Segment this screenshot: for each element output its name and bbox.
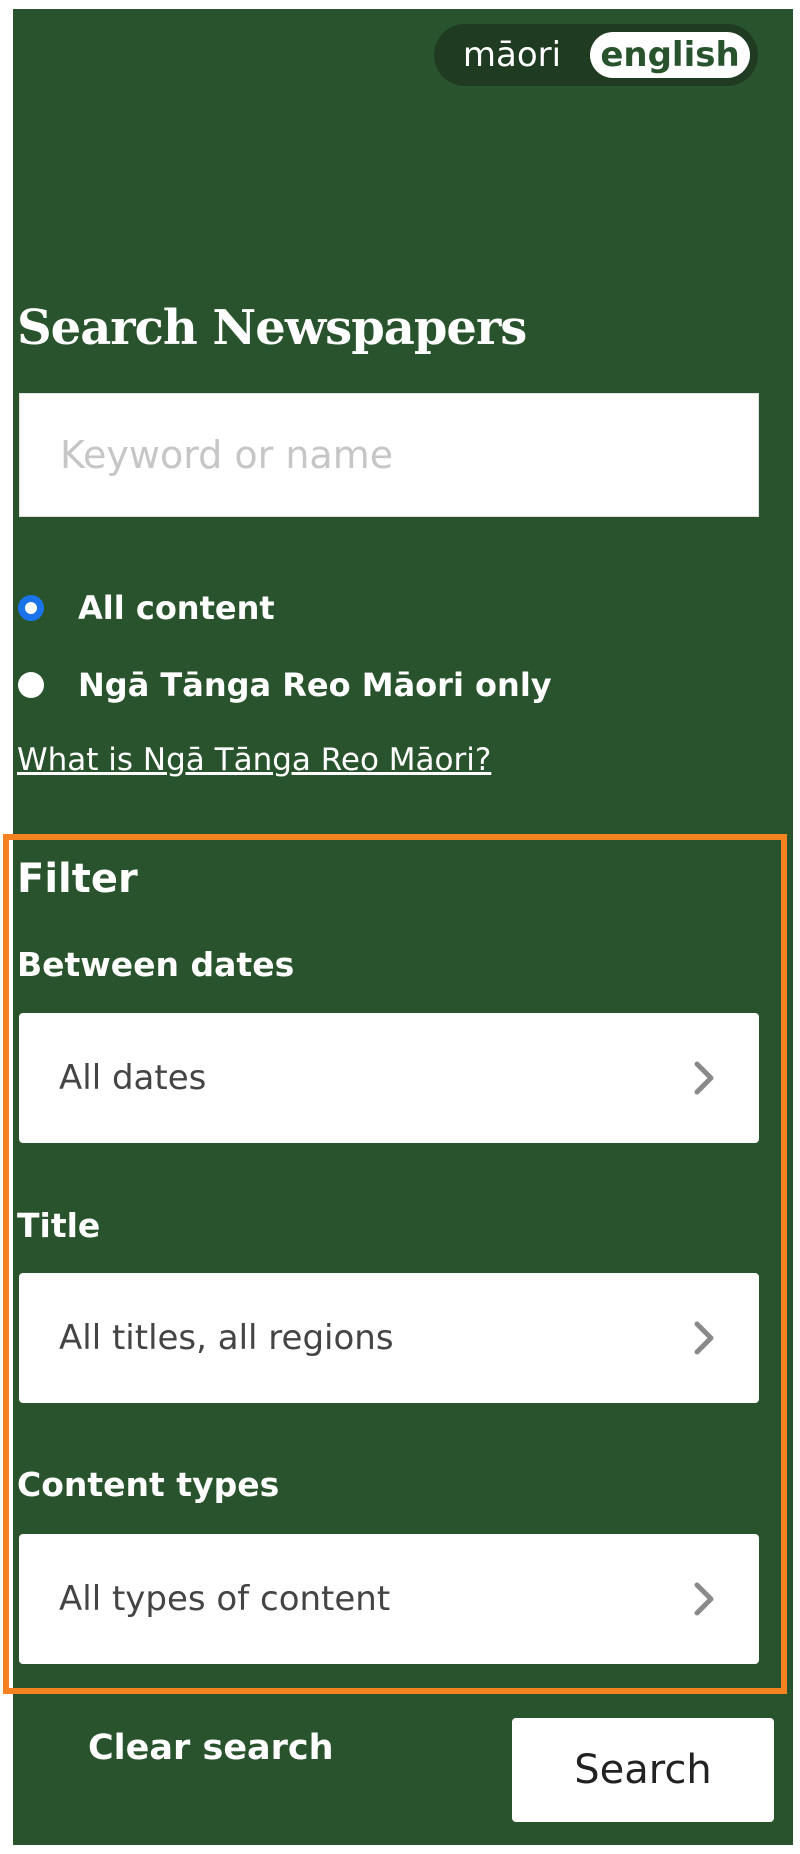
what-is-reo-maori-link[interactable]: What is Ngā Tānga Reo Māori? [17, 742, 491, 778]
chevron-right-icon [694, 1321, 714, 1355]
language-option-english[interactable]: english [590, 32, 750, 78]
radio-label-reo-maori-only: Ngā Tānga Reo Māori only [78, 666, 552, 704]
radio-button-checked[interactable] [18, 595, 44, 621]
date-range-value: All dates [59, 1058, 207, 1098]
content-types-select[interactable]: All types of content [19, 1534, 759, 1664]
radio-label-all-content: All content [78, 589, 275, 627]
title-value: All titles, all regions [59, 1318, 394, 1358]
language-toggle[interactable]: māori english [434, 24, 758, 86]
title-select[interactable]: All titles, all regions [19, 1273, 759, 1403]
filter-label-title: Title [17, 1206, 101, 1245]
search-button[interactable]: Search [512, 1718, 774, 1822]
search-input[interactable] [19, 393, 759, 517]
page-title: Search Newspapers [17, 300, 527, 356]
filter-label-dates: Between dates [17, 945, 295, 984]
chevron-right-icon [694, 1582, 714, 1616]
radio-button-unchecked[interactable] [18, 672, 44, 698]
filter-label-content-types: Content types [17, 1465, 280, 1504]
radio-all-content[interactable]: All content [18, 589, 275, 627]
radio-reo-maori-only[interactable]: Ngā Tānga Reo Māori only [18, 666, 552, 704]
language-option-maori[interactable]: māori [434, 24, 590, 86]
chevron-right-icon [694, 1061, 714, 1095]
filter-heading: Filter [17, 856, 138, 902]
clear-search-button[interactable]: Clear search [88, 1728, 334, 1768]
date-range-select[interactable]: All dates [19, 1013, 759, 1143]
content-types-value: All types of content [59, 1579, 391, 1619]
